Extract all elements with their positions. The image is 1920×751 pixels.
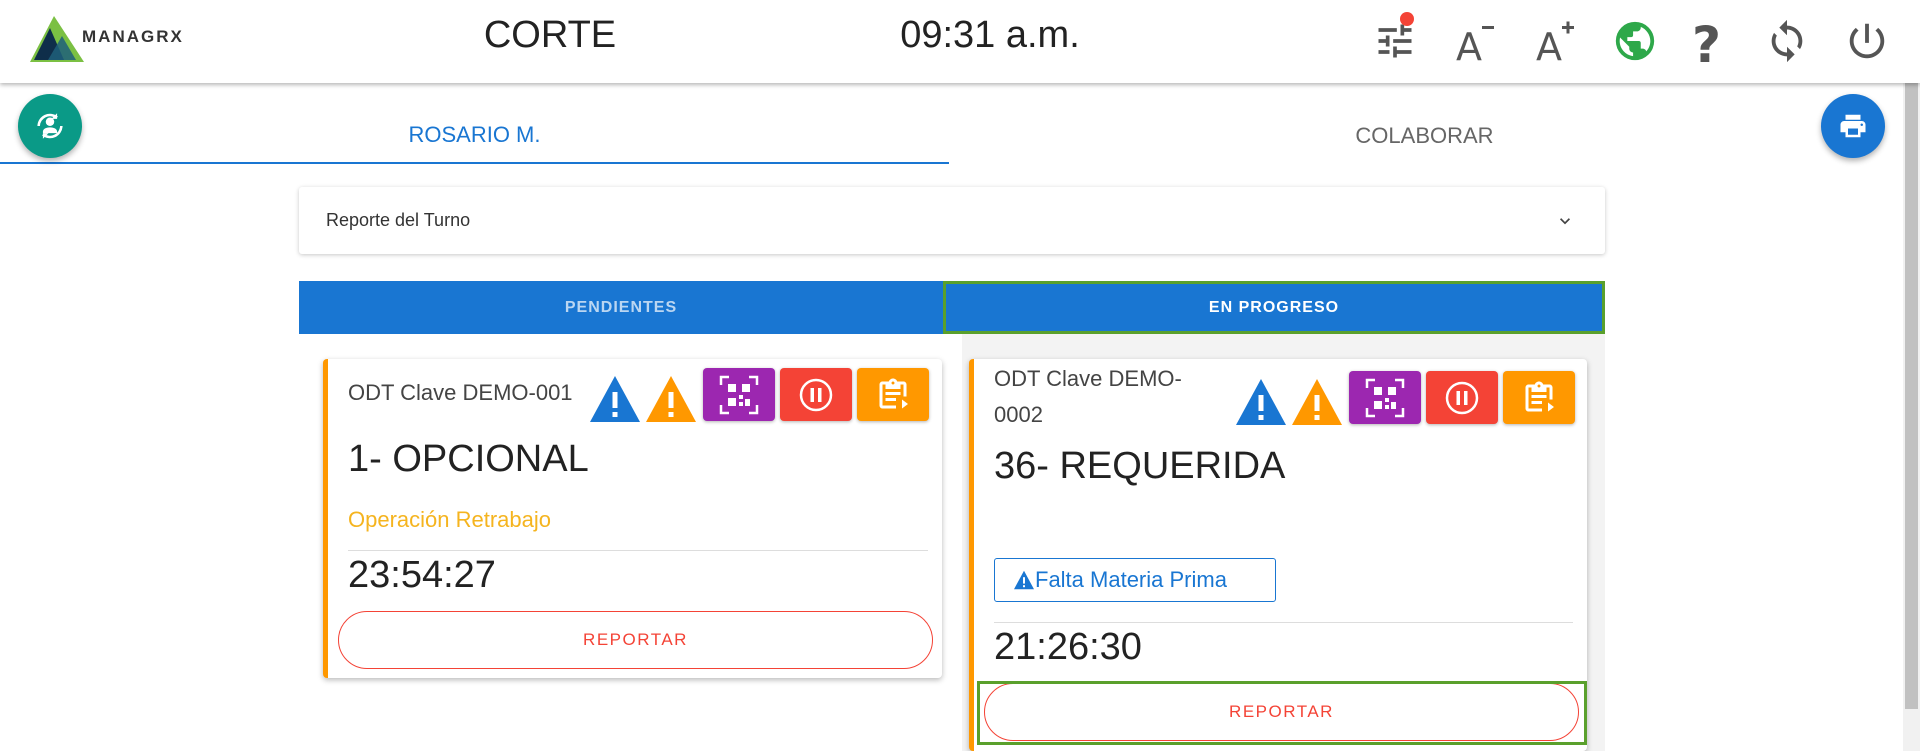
qr-code-icon [719,375,759,414]
warning-blue-icon[interactable] [588,374,642,424]
qr-scan-button[interactable] [703,368,775,421]
warning-orange-icon[interactable] [644,374,698,424]
work-order-card: ODT Clave DEMO- 0002 36- REQUERIDA Falta… [969,359,1587,751]
logo-text: MANAGRX [82,27,184,46]
font-decrease-icon[interactable]: A [1446,12,1504,70]
notification-dot [1400,12,1414,26]
report-button[interactable]: REPORTAR [338,611,933,669]
odt-label: ODT Clave DEMO-001 [348,380,573,405]
divider [994,622,1573,623]
missing-material-alert[interactable]: Falta Materia Prima [994,558,1276,602]
operation-name: 36- REQUERIDA [994,445,1286,487]
clipboard-icon [1525,381,1554,411]
elapsed-timer: 23:54:27 [348,554,496,596]
print-button[interactable] [1821,94,1885,158]
warning-orange-icon[interactable] [1290,377,1344,427]
shift-report-label: Reporte del Turno [326,210,471,230]
warning-blue-icon[interactable] [1234,377,1288,427]
odt-label-line1: ODT Clave DEMO- [994,366,1182,391]
divider [348,550,928,551]
svg-text:A: A [1456,25,1482,66]
pause-button[interactable] [1426,371,1498,424]
globe-icon[interactable] [1606,12,1664,70]
alert-label: Falta Materia Prima [1035,567,1227,592]
shift-report-panel[interactable]: Reporte del Turno [299,187,1605,254]
operation-name: 1- OPCIONAL [348,438,589,480]
work-order-card: ODT Clave DEMO-001 1- OPCIONAL Operación… [323,359,942,678]
svg-text:A: A [1536,25,1562,66]
tab-colaborar[interactable]: COLABORAR [949,108,1900,164]
scrollbar[interactable] [1903,0,1920,751]
tab-en-progreso[interactable]: EN PROGRESO [943,281,1605,334]
top-bar: MANAGRX CORTE 09:31 a.m. A A ? [0,0,1920,83]
tab-pendientes[interactable]: PENDIENTES [299,281,943,334]
state-tabs: PENDIENTES EN PROGRESO [299,281,1605,334]
qr-scan-button[interactable] [1349,371,1421,424]
user-sync-icon [37,113,63,139]
filter-settings-icon[interactable] [1366,12,1424,70]
pause-icon [799,378,833,411]
pause-button[interactable] [780,368,852,421]
print-icon [1840,114,1866,138]
qr-code-icon [1365,378,1405,417]
warning-icon [1014,570,1034,590]
clipboard-button[interactable] [857,368,929,421]
elapsed-timer: 21:26:30 [994,626,1142,668]
odt-label-line2: 0002 [994,402,1043,427]
screen-title: CORTE [483,14,617,56]
tab-rosario[interactable]: ROSARIO M. [0,108,949,164]
user-tabs: ROSARIO M. COLABORAR [0,108,1900,164]
chevron-down-icon [1560,218,1570,225]
pause-icon [1445,381,1479,414]
clipboard-button[interactable] [1503,371,1575,424]
clipboard-icon [879,378,908,408]
scrollbar-thumb[interactable] [1905,0,1918,709]
help-icon[interactable]: ? [1680,12,1738,70]
refresh-icon[interactable] [1758,12,1816,70]
svg-text:?: ? [1692,16,1721,68]
power-icon[interactable] [1838,12,1896,70]
user-swap-button[interactable] [18,94,82,158]
highlight-box [977,681,1587,745]
font-increase-icon[interactable]: A [1526,12,1584,70]
operation-subtitle: Operación Retrabajo [348,507,552,532]
clock: 09:31 a.m. [900,14,1080,56]
